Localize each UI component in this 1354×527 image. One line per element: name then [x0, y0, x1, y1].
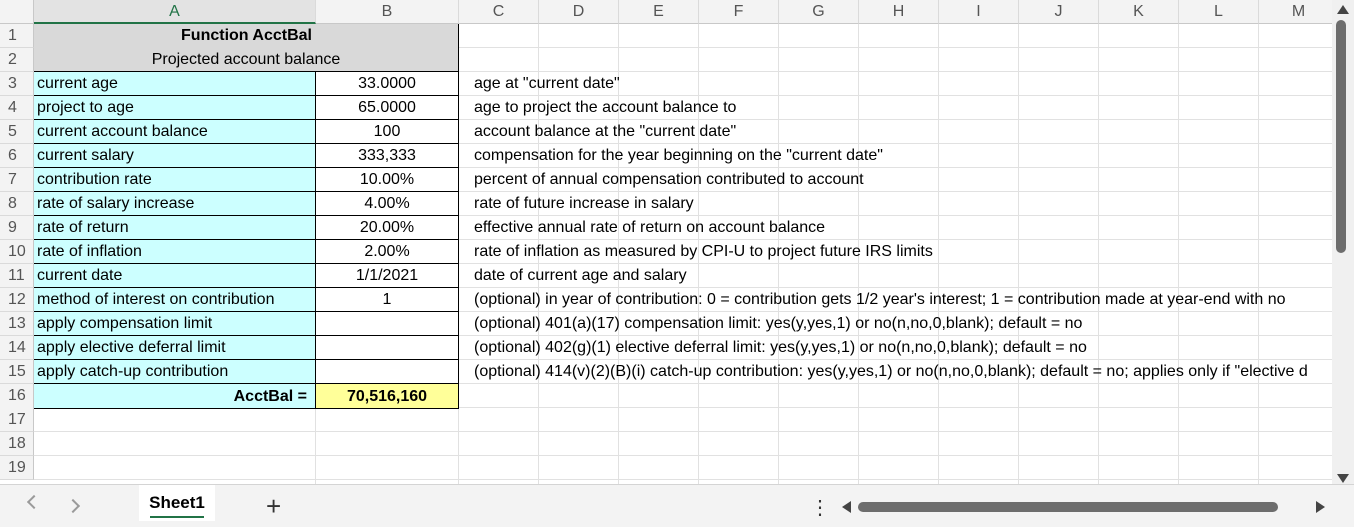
param-label-cell[interactable]: current account balance: [34, 120, 316, 144]
sheet-tab-bar: Sheet1 + ⋮: [0, 484, 1354, 527]
param-value-cell[interactable]: 4.00%: [316, 192, 459, 216]
row-header-13[interactable]: 13: [0, 312, 34, 336]
row-header-17[interactable]: 17: [0, 408, 34, 432]
param-value-cell[interactable]: 1: [316, 288, 459, 312]
row-header-10[interactable]: 10: [0, 240, 34, 264]
param-description-cell[interactable]: (optional) 414(v)(2)(B)(i) catch-up cont…: [459, 360, 1332, 384]
row-header-16[interactable]: 16: [0, 384, 34, 409]
param-label-cell[interactable]: apply elective deferral limit: [34, 336, 316, 360]
column-header-i[interactable]: I: [939, 0, 1019, 24]
param-value-cell[interactable]: [316, 336, 459, 360]
param-description-cell[interactable]: compensation for the year beginning on t…: [459, 144, 1332, 168]
row-header-4[interactable]: 4: [0, 96, 34, 120]
param-value-cell[interactable]: 333,333: [316, 144, 459, 168]
column-header-a[interactable]: A: [34, 0, 316, 24]
column-header-j[interactable]: J: [1019, 0, 1099, 24]
row-header-2[interactable]: 2: [0, 48, 34, 72]
param-description-cell[interactable]: percent of annual compensation contribut…: [459, 168, 1332, 192]
row-header-9[interactable]: 9: [0, 216, 34, 240]
vertical-scrollbar[interactable]: [1332, 0, 1354, 487]
scroll-left-icon[interactable]: [842, 501, 851, 513]
subtitle-cell[interactable]: Projected account balance: [34, 48, 459, 72]
row-header-14[interactable]: 14: [0, 336, 34, 360]
column-header-f[interactable]: F: [699, 0, 779, 24]
row-header-8[interactable]: 8: [0, 192, 34, 216]
row-header-18[interactable]: 18: [0, 432, 34, 456]
param-description-cell[interactable]: rate of inflation as measured by CPI-U t…: [459, 240, 1332, 264]
column-header-c[interactable]: C: [459, 0, 539, 24]
column-header-g[interactable]: G: [779, 0, 859, 24]
column-header-e[interactable]: E: [619, 0, 699, 24]
param-description-cell[interactable]: rate of future increase in salary: [459, 192, 1332, 216]
param-value-cell[interactable]: 20.00%: [316, 216, 459, 240]
param-description-cell[interactable]: (optional) 402(g)(1) elective deferral l…: [459, 336, 1332, 360]
row-header-12[interactable]: 12: [0, 288, 34, 312]
column-header-d[interactable]: D: [539, 0, 619, 24]
row-header-11[interactable]: 11: [0, 264, 34, 288]
result-label-cell[interactable]: AcctBal =: [34, 384, 316, 409]
column-header-h[interactable]: H: [859, 0, 939, 24]
column-header-l[interactable]: L: [1179, 0, 1259, 24]
column-header-m[interactable]: M: [1259, 0, 1332, 24]
row-header-15[interactable]: 15: [0, 360, 34, 384]
param-label-cell[interactable]: rate of return: [34, 216, 316, 240]
param-description-cell[interactable]: account balance at the "current date": [459, 120, 1332, 144]
param-value-cell[interactable]: 10.00%: [316, 168, 459, 192]
param-value-cell[interactable]: [316, 312, 459, 336]
active-tab-indicator: [150, 516, 204, 518]
param-label-cell[interactable]: apply compensation limit: [34, 312, 316, 336]
param-value-cell[interactable]: 65.0000: [316, 96, 459, 120]
select-all-corner[interactable]: [0, 0, 34, 24]
param-description-cell[interactable]: (optional) in year of contribution: 0 = …: [459, 288, 1332, 312]
result-value-cell[interactable]: 70,516,160: [316, 384, 459, 409]
row-header-19[interactable]: 19: [0, 456, 34, 480]
param-label-cell[interactable]: current age: [34, 72, 316, 96]
param-value-cell[interactable]: [316, 360, 459, 384]
vertical-scroll-thumb[interactable]: [1336, 20, 1346, 253]
param-value-cell[interactable]: 2.00%: [316, 240, 459, 264]
param-description-cell[interactable]: age at "current date": [459, 72, 1332, 96]
param-value-cell[interactable]: 33.0000: [316, 72, 459, 96]
column-header-k[interactable]: K: [1099, 0, 1179, 24]
scroll-up-icon[interactable]: [1337, 5, 1349, 14]
row-header-3[interactable]: 3: [0, 72, 34, 96]
param-value-cell[interactable]: 1/1/2021: [316, 264, 459, 288]
param-label-cell[interactable]: apply catch-up contribution: [34, 360, 316, 384]
param-label-cell[interactable]: rate of inflation: [34, 240, 316, 264]
param-description-cell[interactable]: date of current age and salary: [459, 264, 1332, 288]
param-description-cell[interactable]: (optional) 401(a)(17) compensation limit…: [459, 312, 1332, 336]
title-cell[interactable]: Function AcctBal: [34, 24, 459, 48]
row-header-5[interactable]: 5: [0, 120, 34, 144]
column-header-b[interactable]: B: [316, 0, 459, 24]
more-options-icon[interactable]: ⋮: [810, 491, 830, 525]
param-value-cell[interactable]: 100: [316, 120, 459, 144]
prev-sheet-chevron-icon[interactable]: [26, 494, 42, 510]
param-description-cell[interactable]: age to project the account balance to: [459, 96, 1332, 120]
param-label-cell[interactable]: current date: [34, 264, 316, 288]
param-label-cell[interactable]: rate of salary increase: [34, 192, 316, 216]
row-header-6[interactable]: 6: [0, 144, 34, 168]
scroll-down-icon[interactable]: [1337, 474, 1349, 483]
horizontal-scrollbar[interactable]: [838, 497, 1332, 517]
param-description-cell[interactable]: effective annual rate of return on accou…: [459, 216, 1332, 240]
spreadsheet-grid[interactable]: ABCDEFGHIJKLM 1 2 3 4 5 6 7 8 9 10 11 12 13 14 15 16 17 1…: [0, 0, 1332, 484]
row-header-7[interactable]: 7: [0, 168, 34, 192]
param-label-cell[interactable]: current salary: [34, 144, 316, 168]
param-label-cell[interactable]: contribution rate: [34, 168, 316, 192]
param-label-cell[interactable]: project to age: [34, 96, 316, 120]
next-sheet-chevron-icon[interactable]: [65, 498, 81, 514]
scroll-right-icon[interactable]: [1316, 501, 1325, 513]
row-header-1[interactable]: 1: [0, 24, 34, 48]
add-sheet-button[interactable]: +: [266, 489, 281, 523]
param-label-cell[interactable]: method of interest on contribution: [34, 288, 316, 312]
horizontal-scroll-thumb[interactable]: [858, 502, 1278, 512]
